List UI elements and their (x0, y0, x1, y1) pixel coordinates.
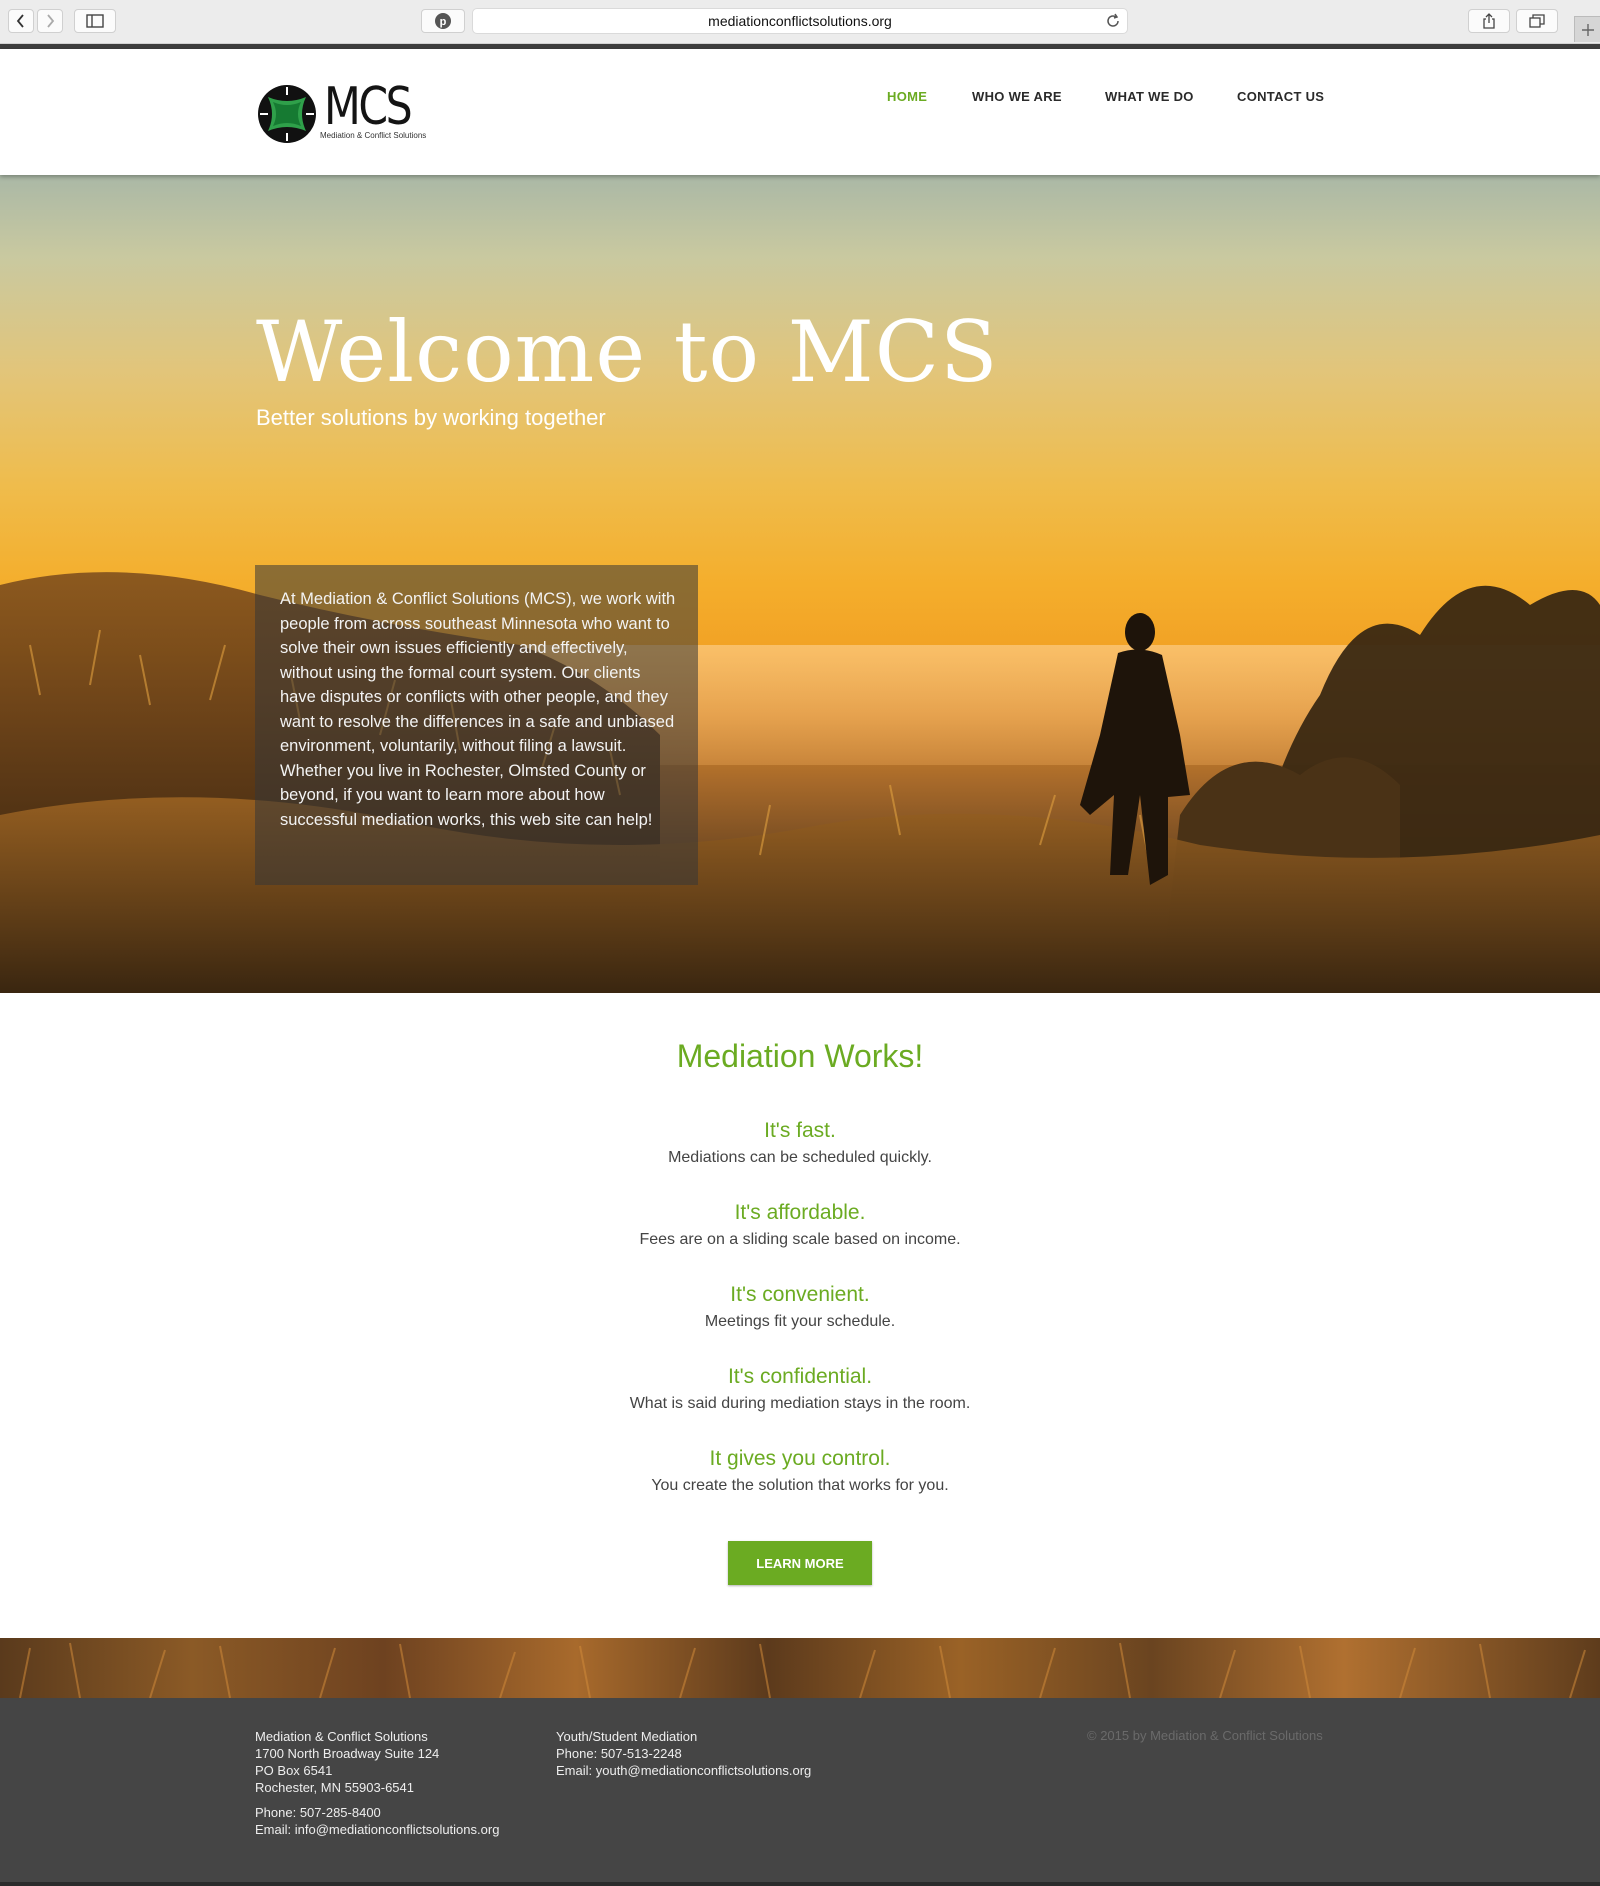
forward-arrow-icon (47, 14, 55, 28)
nav-home[interactable]: HOME (887, 89, 927, 104)
pinterest-button[interactable]: p (421, 9, 465, 33)
footer-youth-email-link[interactable]: Email: youth@mediationconflictsolutions.… (556, 1762, 811, 1779)
benefit-heading: It's convenient. (730, 1283, 870, 1306)
footer-address-line: PO Box 6541 (255, 1763, 333, 1778)
benefit-text: What is said during mediation stays in t… (629, 1395, 971, 1412)
footer-contact-main: Mediation & Conflict Solutions 1700 Nort… (255, 1728, 499, 1838)
benefit-text: Fees are on a sliding scale based on inc… (639, 1231, 961, 1248)
plus-icon (1581, 23, 1594, 36)
back-button[interactable] (8, 9, 34, 33)
grass-strip-image (19, 1642, 1586, 1698)
sidebar-icon (86, 14, 104, 28)
benefit-text: Mediations can be scheduled quickly. (668, 1149, 932, 1166)
back-arrow-icon (16, 14, 24, 28)
svg-text:p: p (440, 16, 447, 28)
site-footer: Mediation & Conflict Solutions 1700 Nort… (0, 1698, 1600, 1886)
benefit-heading: It's affordable. (734, 1201, 866, 1224)
benefit-item: It gives you control. You create the sol… (0, 1447, 1600, 1495)
sidebar-toggle-button[interactable] (74, 9, 116, 33)
new-tab-button[interactable] (1574, 16, 1600, 42)
footer-org-name: Mediation & Conflict Solutions (255, 1729, 428, 1744)
address-bar[interactable]: mediationconflictsolutions.org (472, 8, 1128, 34)
site-header: MCS Mediation & Conflict Solutions HOME … (0, 49, 1600, 175)
hero-landscape-image (0, 572, 1600, 993)
share-button[interactable] (1468, 9, 1510, 33)
hero-banner: Welcome to MCS Better solutions by worki… (0, 175, 1600, 993)
intro-box: At Mediation & Conflict Solutions (MCS),… (255, 565, 698, 885)
main-navigation: HOME WHO WE ARE WHAT WE DO CONTACT US (0, 89, 1600, 109)
decorative-grass-strip (0, 1638, 1600, 1698)
browser-toolbar: p mediationconflictsolutions.org (0, 0, 1600, 44)
pinterest-icon: p (435, 13, 451, 29)
nav-what-we-do[interactable]: WHAT WE DO (1105, 89, 1194, 104)
url-text: mediationconflictsolutions.org (708, 13, 892, 29)
intro-text: At Mediation & Conflict Solutions (MCS),… (280, 590, 676, 829)
footer-bottom-bar (0, 1882, 1600, 1886)
copyright-text: © 2015 by Mediation & Conflict Solutions (1087, 1728, 1323, 1743)
benefit-heading: It's confidential. (727, 1365, 873, 1388)
tabs-overview-button[interactable] (1516, 9, 1558, 33)
section-title: Mediation Works! (676, 1038, 924, 1074)
share-icon (1483, 13, 1495, 29)
benefit-item: It's fast. Mediations can be scheduled q… (0, 1119, 1600, 1167)
reload-icon[interactable] (1105, 13, 1121, 29)
footer-address-line: Rochester, MN 55903-6541 (255, 1780, 414, 1795)
logo-subtitle: Mediation & Conflict Solutions (320, 131, 427, 140)
benefit-text: Meetings fit your schedule. (704, 1313, 896, 1330)
learn-more-button[interactable]: LEARN MORE (728, 1541, 872, 1585)
benefit-text: You create the solution that works for y… (651, 1477, 949, 1494)
nav-contact-us[interactable]: CONTACT US (1237, 89, 1324, 104)
footer-spacer (255, 1796, 499, 1804)
benefit-item: It's confidential. What is said during m… (0, 1365, 1600, 1413)
hero-subtitle: Better solutions by working together (256, 405, 606, 430)
footer-address-line: 1700 North Broadway Suite 124 (255, 1746, 440, 1761)
benefit-item: It's convenient. Meetings fit your sched… (0, 1283, 1600, 1331)
nav-who-we-are[interactable]: WHO WE ARE (972, 89, 1062, 104)
footer-phone: Phone: 507-285-8400 (255, 1805, 381, 1820)
benefit-item: It's affordable. Fees are on a sliding s… (0, 1201, 1600, 1249)
footer-email-link[interactable]: Email: info@mediationconflictsolutions.o… (255, 1821, 499, 1838)
benefit-heading: It's fast. (764, 1119, 836, 1142)
mediation-works-section: Mediation Works! It's fast. Mediations c… (0, 993, 1600, 1638)
hero-title: Welcome to MCS (256, 303, 999, 401)
footer-youth-name: Youth/Student Mediation (556, 1729, 698, 1744)
forward-button[interactable] (37, 9, 63, 33)
footer-youth-phone: Phone: 507-513-2248 (556, 1746, 682, 1761)
tabs-icon (1529, 14, 1545, 28)
footer-contact-youth: Youth/Student Mediation Phone: 507-513-2… (556, 1728, 811, 1779)
benefit-heading: It gives you control. (709, 1447, 891, 1470)
